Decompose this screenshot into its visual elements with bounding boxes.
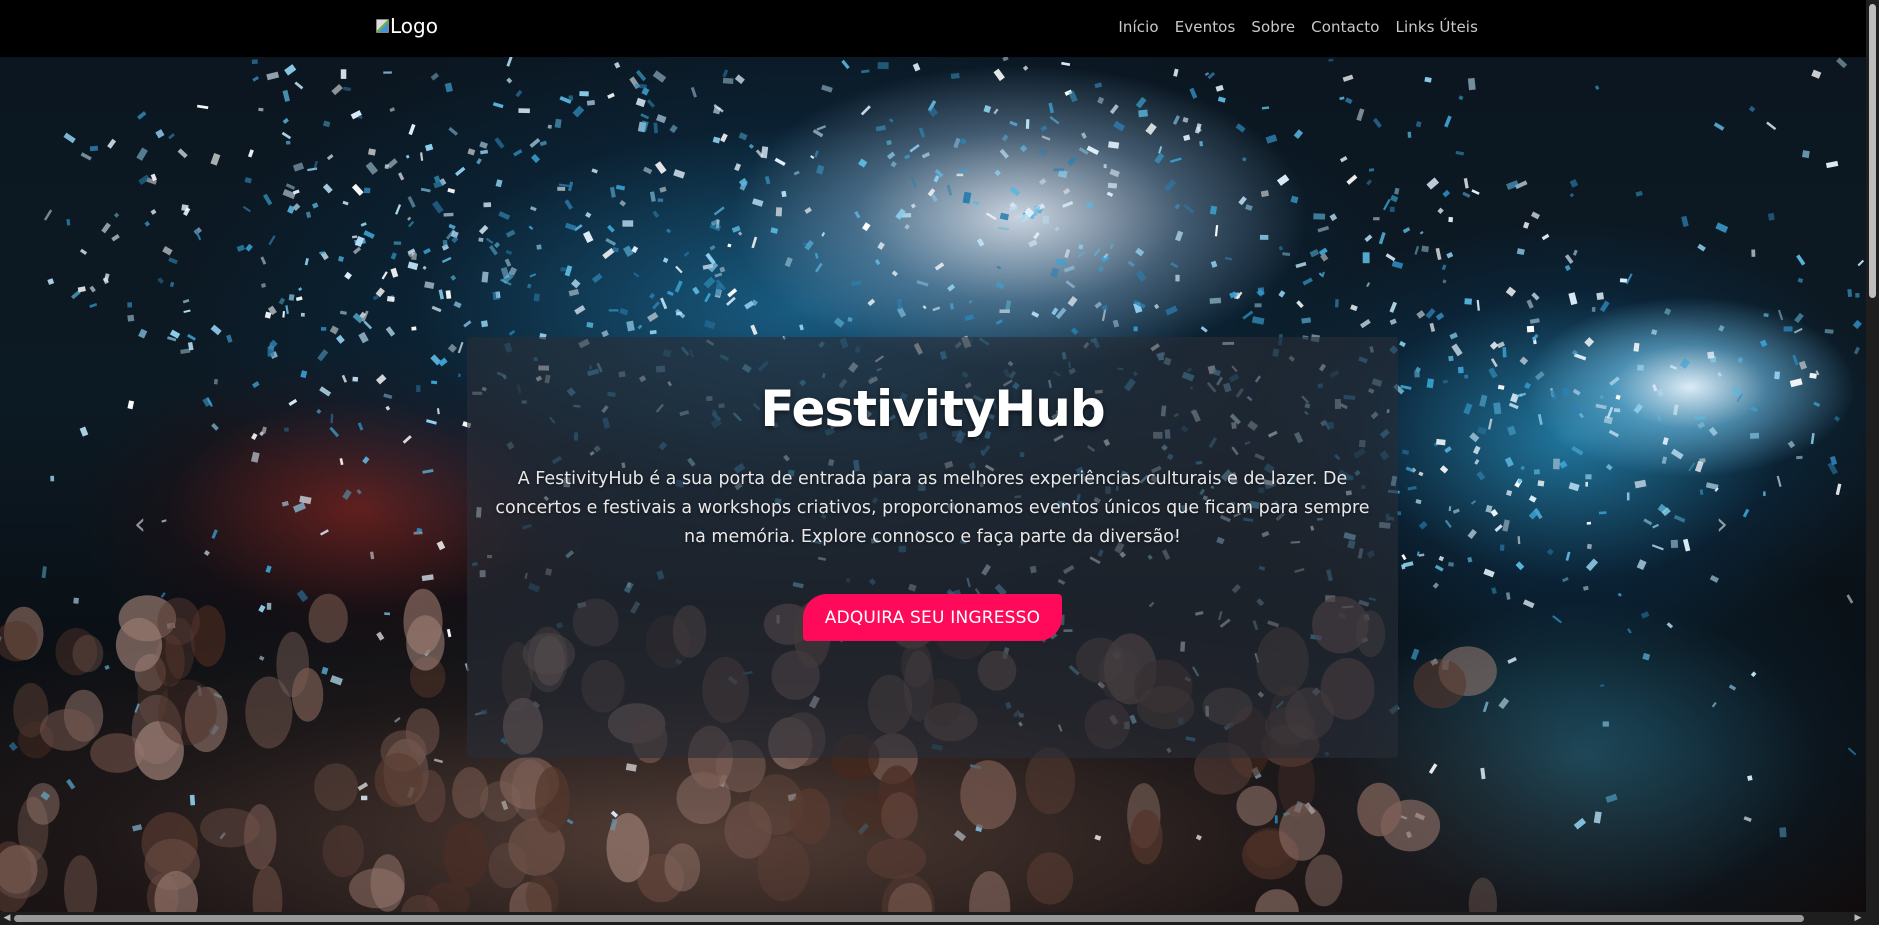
chevron-left-icon: ‹ <box>134 507 146 542</box>
buy-ticket-button[interactable]: ADQUIRA SEU INGRESSO <box>802 594 1063 641</box>
scroll-left-arrow-icon[interactable]: ◀ <box>1 912 13 925</box>
logo-alt-text: Logo <box>390 14 438 38</box>
carousel-prev-button[interactable]: ‹ <box>128 505 152 545</box>
nav-link-links-uteis[interactable]: Links Úteis <box>1396 18 1478 36</box>
nav-link-eventos[interactable]: Eventos <box>1175 18 1236 36</box>
nav-link-inicio[interactable]: Início <box>1118 18 1158 36</box>
vertical-scrollbar[interactable] <box>1866 0 1879 912</box>
chevron-right-icon: › <box>1716 507 1728 542</box>
hero-carousel: ‹ › FestivityHub A FestivityHub é a sua … <box>0 57 1866 912</box>
hero-overlay-box: FestivityHub A FestivityHub é a sua port… <box>467 337 1398 758</box>
logo[interactable]: Logo <box>376 14 438 38</box>
horizontal-scrollbar-thumb[interactable] <box>14 915 1804 922</box>
nav-links: Início Eventos Sobre Contacto Links Útei… <box>1118 18 1478 36</box>
navbar: Logo Início Eventos Sobre Contacto Links… <box>0 0 1866 57</box>
carousel-next-button[interactable]: › <box>1710 505 1734 545</box>
hero-description: A FestivityHub é a sua porta de entrada … <box>495 469 1370 547</box>
horizontal-scrollbar[interactable]: ◀ ▶ <box>0 912 1879 925</box>
broken-image-icon <box>376 19 389 33</box>
nav-link-contacto[interactable]: Contacto <box>1311 18 1379 36</box>
scrollbar-corner <box>1866 912 1879 925</box>
nav-link-sobre[interactable]: Sobre <box>1251 18 1295 36</box>
scroll-right-arrow-icon[interactable]: ▶ <box>1852 912 1864 925</box>
hero-title: FestivityHub <box>760 380 1105 438</box>
vertical-scrollbar-thumb[interactable] <box>1869 4 1876 298</box>
page: Logo Início Eventos Sobre Contacto Links… <box>0 0 1879 925</box>
